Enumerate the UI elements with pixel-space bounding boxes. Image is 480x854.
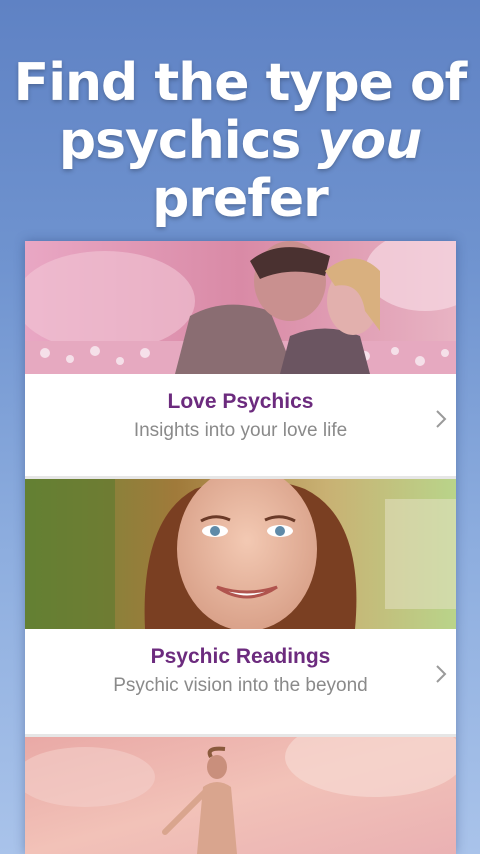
category-list: Love Psychics Insights into your love li… [25, 241, 456, 854]
headline-line-1: Find the type of [13, 53, 468, 113]
headline-word-psychics: psychics [58, 111, 302, 171]
card-spiritual[interactable] [25, 737, 456, 854]
chevron-right-icon[interactable] [434, 663, 448, 685]
love-psychics-photo [25, 241, 456, 374]
card-love-psychics[interactable]: Love Psychics Insights into your love li… [25, 241, 456, 476]
headline-line-3: prefer [152, 169, 329, 229]
spiritual-photo [25, 737, 456, 854]
psychic-readings-info: Psychic Readings Psychic vision into the… [25, 629, 456, 734]
love-psychics-info: Love Psychics Insights into your love li… [25, 374, 456, 476]
card-subtitle: Insights into your love life [133, 420, 348, 441]
psychic-readings-photo [25, 479, 456, 629]
chevron-right-icon[interactable] [434, 408, 448, 430]
card-title: Psychic Readings [150, 645, 331, 668]
headline-line-2: psychics you [0, 112, 480, 170]
card-subtitle: Psychic vision into the beyond [113, 675, 368, 696]
card-title: Love Psychics [167, 390, 314, 413]
headline-emphasis-you: you [317, 111, 422, 171]
headline: Find the type of psychics you prefer [0, 54, 480, 228]
card-psychic-readings[interactable]: Psychic Readings Psychic vision into the… [25, 479, 456, 734]
